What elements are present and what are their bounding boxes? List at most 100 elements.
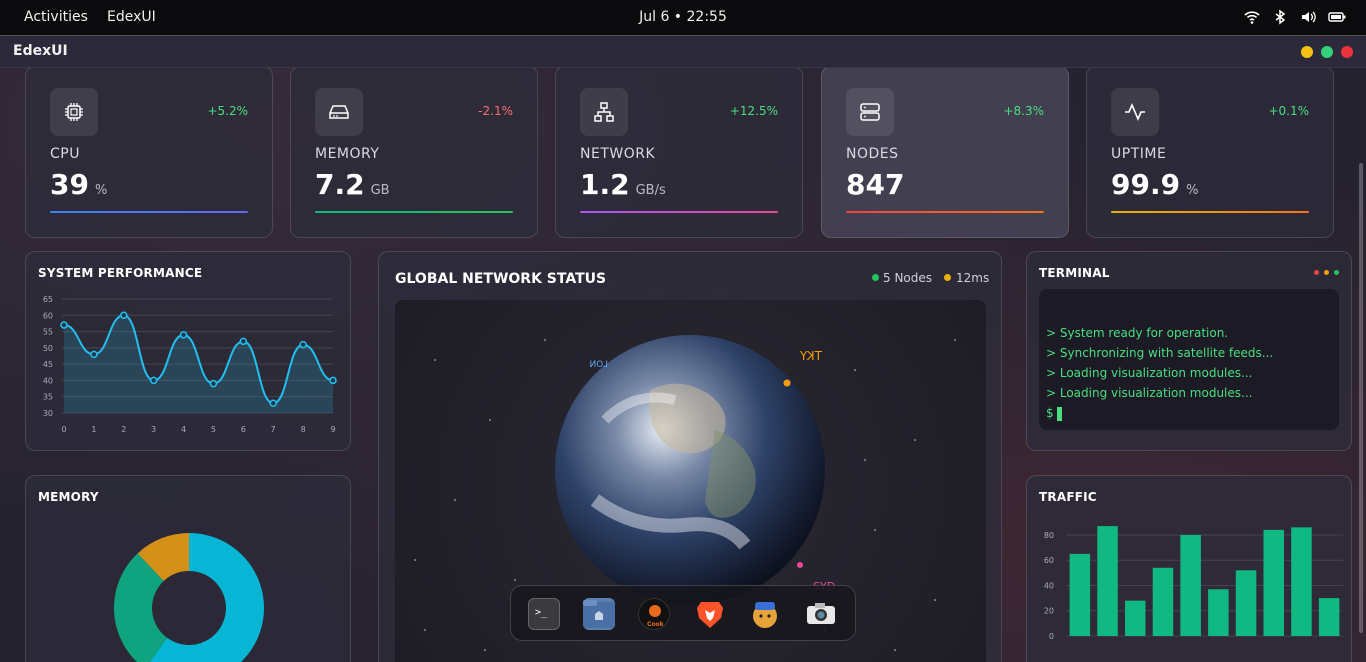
star: [489, 419, 491, 421]
line-area: [64, 315, 333, 413]
maximize-button[interactable]: [1321, 46, 1333, 58]
data-point[interactable]: [120, 311, 128, 320]
x-tick-label: 1: [91, 425, 96, 434]
cook-app-icon[interactable]: Cook: [638, 598, 670, 630]
traffic-bar[interactable]: [1097, 526, 1118, 636]
terminal-line: > System ready for operation.: [1046, 326, 1229, 340]
clock[interactable]: Jul 6 • 22:55: [0, 9, 1366, 25]
stat-progress-bar: [315, 211, 513, 213]
stat-card-nodes[interactable]: +8.3% NODES 847: [821, 68, 1069, 238]
data-point[interactable]: [149, 376, 158, 385]
stat-label: NODES: [846, 146, 899, 162]
performance-line-chart: 65605550454035300 1 2 3 4 5 6 7 8 9: [43, 295, 337, 434]
files-app-icon[interactable]: [583, 598, 615, 630]
system-tray[interactable]: [1244, 9, 1346, 25]
star: [894, 649, 896, 651]
terminal-line: > Loading visualization modules...: [1046, 366, 1253, 380]
node-marker-syd[interactable]: [797, 562, 803, 568]
traffic-bar[interactable]: [1263, 529, 1284, 636]
y-tick-label: 0: [1049, 632, 1054, 641]
y-tick-label: 45: [43, 360, 53, 369]
camera-app-icon[interactable]: [805, 598, 837, 630]
terminal-dot-green: [1334, 270, 1339, 275]
node-marker-tky[interactable]: [783, 379, 791, 387]
app-dock: >_ Cook: [510, 585, 856, 641]
scrollbar-thumb[interactable]: [1359, 163, 1363, 633]
latency-value: 12ms: [956, 271, 990, 285]
network-icon: [580, 88, 628, 136]
terminal-dot-red: [1314, 270, 1319, 275]
window-titlebar[interactable]: EdexUI: [0, 36, 1366, 68]
stat-unit: %: [1186, 183, 1199, 198]
minimize-button[interactable]: [1301, 46, 1313, 58]
terminal-line: > Loading visualization modules...: [1046, 386, 1253, 400]
x-tick-label: 4: [181, 425, 186, 434]
traffic-bar[interactable]: [1069, 553, 1091, 636]
earth-globe[interactable]: [555, 335, 825, 605]
data-point[interactable]: [60, 321, 68, 329]
stat-value: 847: [846, 168, 905, 201]
stat-progress-bar: [50, 211, 248, 213]
x-tick-label: 2: [121, 425, 126, 434]
battery-icon[interactable]: [1328, 9, 1346, 25]
terminal-dot-yellow: [1324, 270, 1329, 275]
data-point[interactable]: [209, 379, 218, 388]
panel-title: GLOBAL NETWORK STATUS: [395, 271, 607, 287]
cpu-icon: [50, 88, 98, 136]
traffic-bar[interactable]: [1152, 567, 1174, 636]
stat-card-cpu[interactable]: +5.2% CPU 39%: [25, 68, 273, 238]
wifi-icon[interactable]: [1244, 9, 1260, 25]
star: [914, 439, 916, 441]
traffic-bar[interactable]: [1235, 570, 1257, 636]
y-tick-label: 35: [43, 393, 53, 402]
traffic-bar[interactable]: [1125, 600, 1146, 636]
star: [874, 529, 876, 531]
lion-app-icon[interactable]: [749, 598, 781, 630]
y-tick-label: 40: [1044, 581, 1054, 590]
terminal-app-icon[interactable]: >_: [528, 598, 560, 630]
stat-label: MEMORY: [315, 146, 380, 162]
terminal-output[interactable]: > System ready for operation. > Synchron…: [1039, 289, 1339, 430]
x-tick-label: 5: [211, 425, 216, 434]
activity-icon: [1111, 88, 1159, 136]
traffic-bar[interactable]: [1291, 527, 1312, 636]
data-point[interactable]: [299, 340, 307, 349]
nodes-status-dot: [872, 274, 879, 281]
traffic-bar[interactable]: [1180, 534, 1201, 636]
nodes-count: 5 Nodes: [883, 271, 933, 285]
stat-progress-bar: [580, 211, 778, 213]
traffic-bar[interactable]: [1318, 598, 1340, 636]
data-point[interactable]: [90, 350, 98, 359]
data-point[interactable]: [239, 337, 248, 346]
latency-status-dot: [944, 274, 951, 281]
city-label-tky: TKY: [799, 349, 823, 363]
stat-unit: GB: [370, 183, 390, 198]
data-point[interactable]: [329, 376, 337, 385]
stat-unit: GB/s: [635, 183, 666, 198]
star: [544, 339, 546, 341]
y-tick-label: 40: [43, 376, 53, 385]
city-label-lon: LON: [589, 360, 608, 370]
close-button[interactable]: [1341, 46, 1353, 58]
y-tick-label: 60: [1044, 556, 1054, 565]
star: [484, 649, 486, 651]
top-bar: Activities EdexUI Jul 6 • 22:55: [0, 0, 1366, 35]
stat-card-network[interactable]: +12.5% NETWORK 1.2 GB/s: [555, 68, 803, 238]
memory-donut-chart: [114, 533, 264, 662]
terminal-prompt: $: [1046, 406, 1054, 420]
data-point[interactable]: [269, 399, 277, 407]
y-tick-label: 20: [1044, 607, 1054, 616]
stat-card-uptime[interactable]: +0.1% UPTIME 99.9%: [1086, 68, 1334, 238]
volume-icon[interactable]: [1300, 9, 1316, 25]
traffic-bar[interactable]: [1208, 589, 1229, 636]
brave-app-icon[interactable]: [694, 598, 726, 630]
system-performance-panel: SYSTEM PERFORMANCE 65 60 55 50 45 40 35 30 0 1 2 3 4…: [25, 251, 351, 451]
terminal-line: > Synchronizing with satellite feeds...: [1046, 346, 1274, 360]
star: [454, 499, 456, 501]
stat-value: 39%: [50, 168, 108, 201]
star: [864, 459, 866, 461]
bluetooth-icon[interactable]: [1272, 9, 1288, 25]
server-icon: [846, 88, 894, 136]
stat-card-memory[interactable]: -2.1% MEMORY 7.2 GB: [290, 68, 538, 238]
data-point[interactable]: [179, 331, 188, 339]
